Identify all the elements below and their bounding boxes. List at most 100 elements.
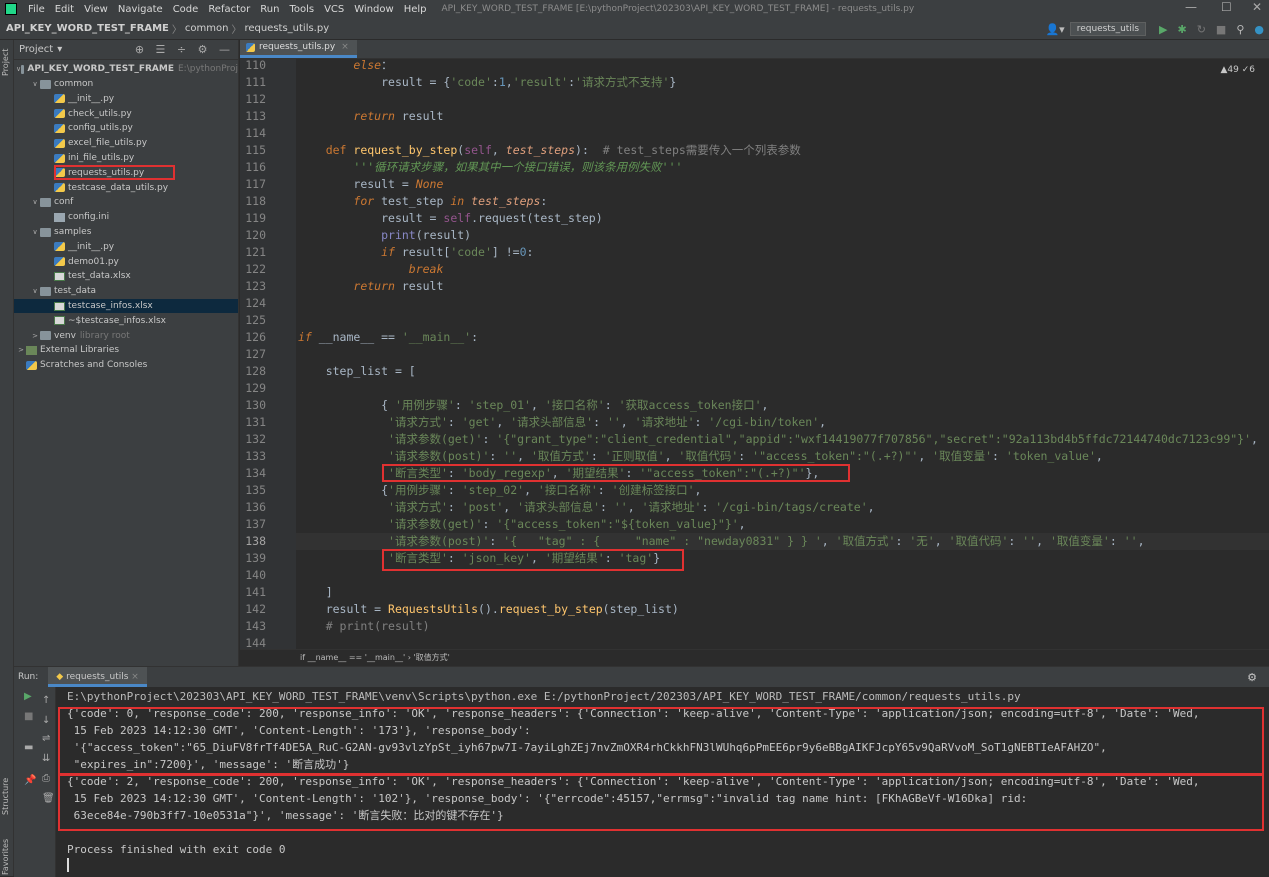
tree-item-label: ini_file_utils.py xyxy=(68,153,135,164)
close-tab-icon[interactable]: × xyxy=(131,672,139,682)
arrow-down-icon[interactable]: ↓ xyxy=(42,715,50,726)
soft-wrap-icon[interactable]: ⇌ xyxy=(42,733,50,744)
chevron-down-icon[interactable]: ▾ xyxy=(57,44,62,55)
tree-item[interactable]: ∨ API_KEY_WORD_TEST_FRAME E:\pythonProj xyxy=(14,62,238,77)
update-icon[interactable]: ● xyxy=(1254,23,1264,36)
menu-run[interactable]: Run xyxy=(260,4,279,15)
project-panel-header: Project ▾ ⊕ ☰ ÷ ⚙ — xyxy=(14,40,238,60)
tree-item[interactable]: ∨ common xyxy=(14,77,238,92)
project-tool-tab[interactable]: Project xyxy=(1,49,10,76)
chevron-down-icon[interactable]: ∨ xyxy=(30,287,40,295)
menu-navigate[interactable]: Navigate xyxy=(118,4,163,15)
tree-item[interactable]: ~$testcase_infos.xlsx xyxy=(14,314,238,329)
tree-item[interactable]: ∨ conf xyxy=(14,195,238,210)
pin-icon[interactable]: 📌 xyxy=(24,775,36,786)
favorites-tool-tab[interactable]: Favorites xyxy=(1,839,10,875)
tree-item[interactable]: config.ini xyxy=(14,210,238,225)
tree-item[interactable]: demo01.py xyxy=(14,254,238,269)
tree-item-label: __init__.py xyxy=(68,93,115,104)
tree-item[interactable]: ini_file_utils.py xyxy=(14,151,238,166)
code-line: step_list = [ xyxy=(325,364,416,378)
tree-item[interactable]: __init__.py xyxy=(14,92,238,107)
menu-help[interactable]: Help xyxy=(404,4,427,15)
code-line: { '用例步骤': 'step_01', '接口名称': '获取access_t… xyxy=(381,398,769,412)
project-view-selector[interactable]: Project xyxy=(19,44,53,55)
tree-item[interactable]: config_utils.py xyxy=(14,121,238,136)
tree-item[interactable]: __init__.py xyxy=(14,240,238,255)
run-icon[interactable]: ▶ xyxy=(1159,23,1167,36)
menu-file[interactable]: File xyxy=(28,4,45,15)
menu-edit[interactable]: Edit xyxy=(55,4,74,15)
menu-tools[interactable]: Tools xyxy=(289,4,314,15)
trash-icon[interactable]: 🗑 xyxy=(42,793,55,804)
tree-item[interactable]: ∨ samples xyxy=(14,225,238,240)
chevron-right-icon[interactable]: > xyxy=(16,346,26,354)
tree-item-label: conf xyxy=(54,197,74,208)
close-icon[interactable]: ✕ xyxy=(1252,0,1262,14)
xls-icon xyxy=(54,271,65,281)
stop-icon[interactable]: ■ xyxy=(24,711,33,722)
menu-window[interactable]: Window xyxy=(354,4,393,15)
line-number: 110 xyxy=(245,58,266,72)
code-line: # print(result) xyxy=(325,619,430,633)
breadcrumb-project[interactable]: API_KEY_WORD_TEST_FRAME xyxy=(6,23,169,34)
tree-item[interactable]: excel_file_utils.py xyxy=(14,136,238,151)
line-number: 135 xyxy=(245,483,266,497)
menu-refactor[interactable]: Refactor xyxy=(208,4,250,15)
tree-item[interactable]: ∨ test_data xyxy=(14,284,238,299)
inspection-widget[interactable]: ▲49 ✓6 xyxy=(1220,65,1255,75)
tree-item[interactable]: > External Libraries xyxy=(14,343,238,358)
tree-item[interactable]: test_data.xlsx xyxy=(14,269,238,284)
layout-icon[interactable]: ▬ xyxy=(24,742,33,753)
rerun-icon[interactable]: ▶ xyxy=(24,691,32,702)
code-line: return result xyxy=(353,279,444,293)
editor-tab-bar: requests_utils.py × xyxy=(240,40,1269,59)
chevron-down-icon[interactable]: ∨ xyxy=(30,198,40,206)
code-line: break xyxy=(408,262,444,276)
tree-item-label: excel_file_utils.py xyxy=(68,138,148,149)
tree-item[interactable]: Scratches and Consoles xyxy=(14,358,238,373)
menu-view[interactable]: View xyxy=(84,4,108,15)
tree-item[interactable]: check_utils.py xyxy=(14,106,238,121)
tree-item[interactable]: testcase_infos.xlsx xyxy=(14,298,238,314)
tree-item[interactable]: > venv library root xyxy=(14,328,238,343)
gear-icon[interactable]: ⚙ xyxy=(1247,671,1257,684)
folder-icon xyxy=(40,286,51,296)
window-title: API_KEY_WORD_TEST_FRAME [E:\pythonProjec… xyxy=(441,4,915,14)
chevron-down-icon[interactable]: ∨ xyxy=(30,228,40,236)
minimize-icon[interactable]: — xyxy=(1185,0,1197,14)
console-line: Process finished with exit code 0 xyxy=(67,843,286,856)
tree-item-hint: library root xyxy=(79,330,130,341)
scroll-end-icon[interactable]: ⇊ xyxy=(42,753,50,764)
highlight-box xyxy=(58,707,1264,775)
tree-item[interactable]: testcase_data_utils.py xyxy=(14,180,238,195)
breadcrumb-file[interactable]: requests_utils.py xyxy=(244,23,329,34)
run-tab[interactable]: ◆ requests_utils × xyxy=(48,667,147,687)
chevron-right-icon[interactable]: > xyxy=(30,332,40,340)
code-line: if result['code'] !=0: xyxy=(381,245,534,259)
menu-vcs[interactable]: VCS xyxy=(324,4,344,15)
menu-code[interactable]: Code xyxy=(173,4,199,15)
chevron-right-icon: 〉 xyxy=(231,25,242,36)
debug-icon[interactable]: ✱ xyxy=(1177,23,1186,36)
xls-icon xyxy=(54,301,65,311)
structure-tool-tab[interactable]: Structure xyxy=(1,778,10,815)
code-breadcrumb[interactable]: if __name__ == '__main__' › '取值方式' xyxy=(240,649,1269,666)
py-icon xyxy=(54,183,65,193)
chevron-right-icon: 〉 xyxy=(171,25,182,36)
arrow-up-icon[interactable]: ↑ xyxy=(42,695,50,706)
run-config-select[interactable]: requests_utils xyxy=(1069,22,1147,36)
chevron-down-icon[interactable]: ∨ xyxy=(30,80,40,88)
breadcrumb-folder[interactable]: common xyxy=(185,23,229,34)
coverage-icon[interactable]: ↻ xyxy=(1197,23,1206,36)
search-icon[interactable]: ⚲ xyxy=(1236,23,1244,36)
user-icon[interactable]: 👤▾ xyxy=(1045,23,1064,36)
line-number: 112 xyxy=(245,92,266,106)
maximize-icon[interactable]: ☐ xyxy=(1221,0,1232,14)
project-header-icons[interactable]: ⊕ ☰ ÷ ⚙ — xyxy=(135,43,234,56)
close-tab-icon[interactable]: × xyxy=(341,42,349,52)
tab-requests-utils[interactable]: requests_utils.py × xyxy=(240,40,357,58)
highlight-box xyxy=(58,774,1264,831)
stop-icon[interactable]: ■ xyxy=(1216,23,1226,36)
print-icon[interactable]: ⎙ xyxy=(42,773,50,784)
